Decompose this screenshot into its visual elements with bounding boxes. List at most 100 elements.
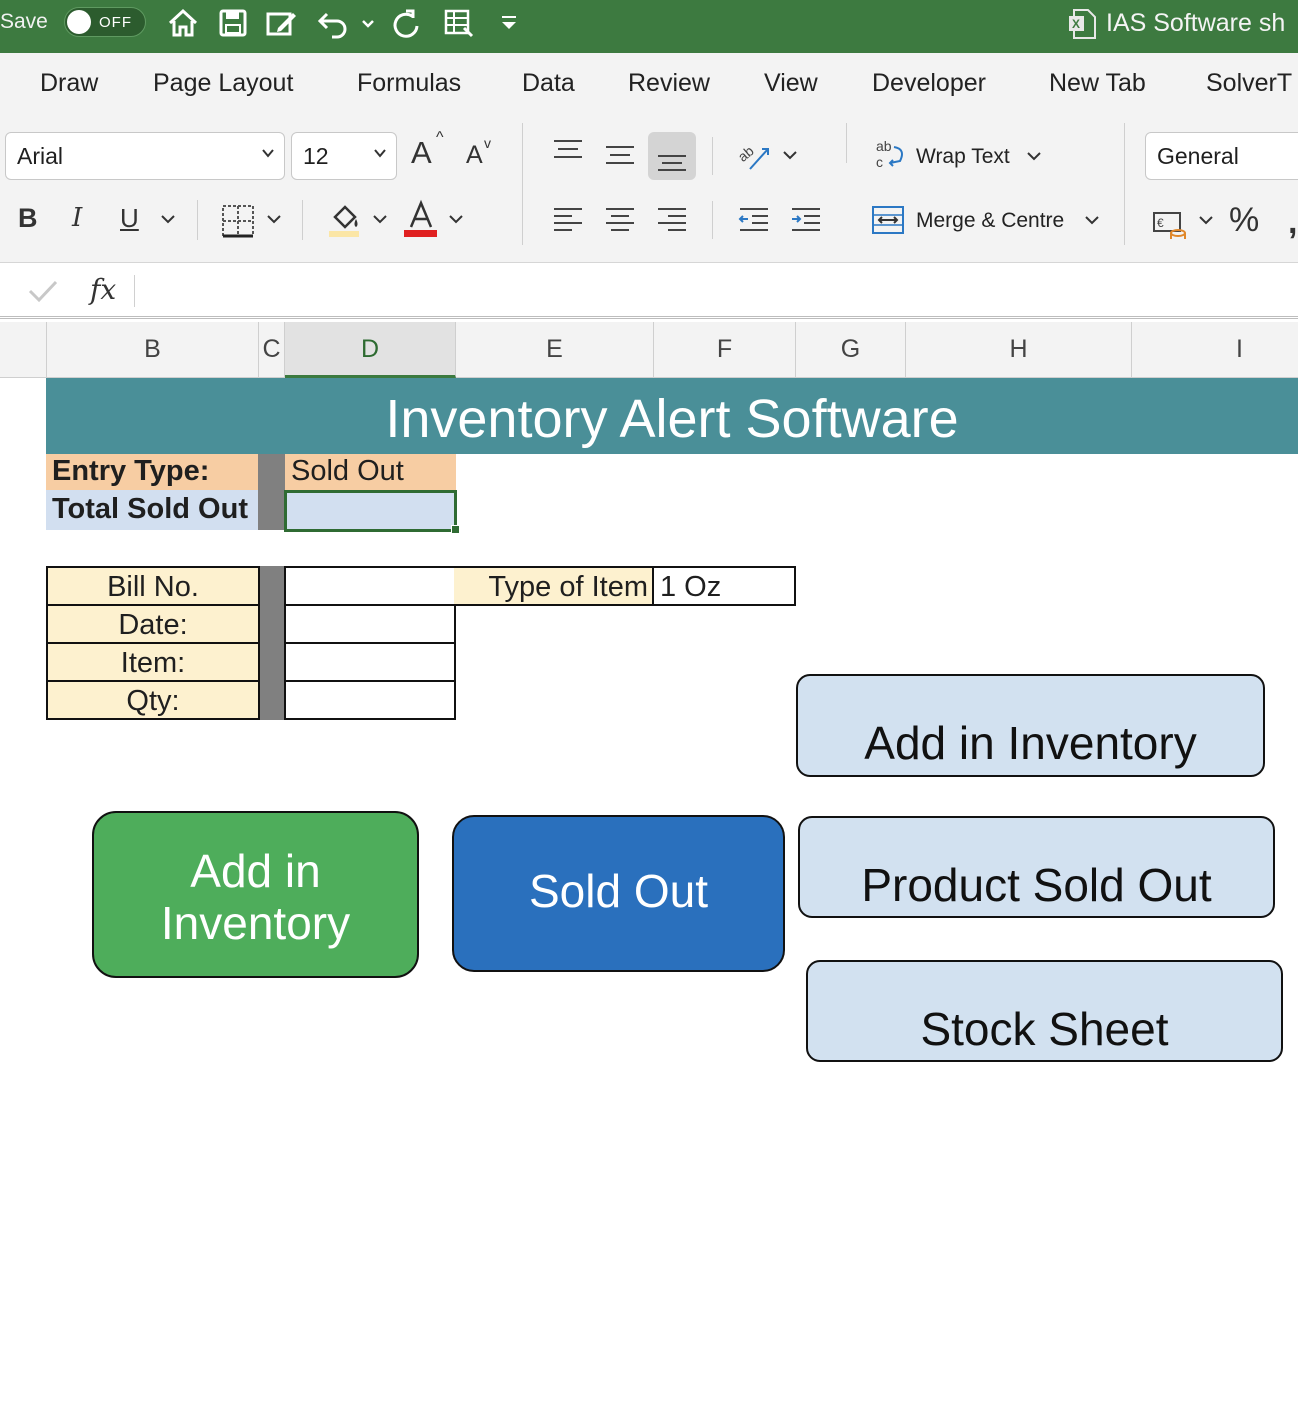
currency-dropdown-icon[interactable] (1194, 208, 1218, 232)
stock-sheet-button[interactable]: Stock Sheet (806, 960, 1283, 1062)
font-color-icon[interactable] (401, 199, 441, 239)
font-size-select[interactable]: 12 (291, 132, 397, 180)
italic-button[interactable]: I (72, 203, 82, 233)
align-bottom-icon[interactable] (648, 132, 696, 180)
column-c-fill (260, 566, 285, 720)
undo-icon[interactable] (316, 6, 350, 40)
tab-new-tab[interactable]: New Tab (1049, 69, 1146, 98)
qty-input[interactable] (284, 680, 456, 720)
column-header-h[interactable]: H (906, 322, 1132, 378)
add-in-inventory-nav-button[interactable]: Add in Inventory (796, 674, 1265, 777)
total-sold-out-label: Total Sold Out (46, 490, 258, 530)
tab-view[interactable]: View (764, 69, 818, 98)
borders-icon[interactable] (218, 201, 258, 241)
svg-text:X: X (1072, 17, 1080, 31)
font-color-dropdown-icon[interactable] (444, 207, 468, 231)
merge-centre-dropdown-icon[interactable] (1080, 208, 1104, 232)
underline-button[interactable]: U (120, 203, 139, 234)
document-title: IAS Software sh (1106, 9, 1286, 37)
ribbon-toolbar: Arial 12 A ^ A v B I U ab ab c Wrap Text … (0, 115, 1298, 263)
bill-no-input[interactable] (284, 566, 456, 606)
tab-page-layout[interactable]: Page Layout (153, 69, 293, 98)
column-header-e[interactable]: E (456, 322, 654, 378)
font-size-value: 12 (303, 143, 329, 169)
merge-centre-button[interactable]: Merge & Centre (916, 209, 1064, 233)
align-right-icon[interactable] (652, 199, 692, 239)
entry-type-value[interactable]: Sold Out (285, 454, 456, 490)
checkmark-icon[interactable] (26, 277, 60, 305)
formula-bar: fx (0, 263, 1298, 319)
fill-color-icon[interactable] (325, 199, 365, 239)
home-icon[interactable] (166, 6, 200, 40)
increase-caret-icon: ^ (436, 129, 444, 146)
add-in-inventory-button[interactable]: Add in Inventory (92, 811, 419, 978)
decrease-caret-icon: v (484, 135, 491, 151)
column-header-c[interactable]: C (259, 322, 285, 378)
orientation-icon[interactable]: ab (734, 135, 774, 175)
svg-text:ab: ab (876, 138, 892, 154)
fill-handle[interactable] (451, 525, 460, 534)
separator (846, 123, 847, 163)
autosave-label: Save (0, 10, 48, 33)
item-input[interactable] (284, 642, 456, 682)
autosave-toggle[interactable]: OFF (64, 7, 146, 37)
wrap-text-icon[interactable]: ab c (872, 135, 912, 175)
qty-label: Qty: (46, 680, 260, 720)
tab-formulas[interactable]: Formulas (357, 69, 461, 98)
column-header-d[interactable]: D (285, 322, 456, 378)
tab-data[interactable]: Data (522, 69, 575, 98)
align-top-icon[interactable] (548, 133, 588, 173)
tab-review[interactable]: Review (628, 69, 710, 98)
percent-style-button[interactable]: % (1229, 201, 1259, 240)
increase-indent-icon[interactable] (786, 199, 826, 239)
type-of-item-value[interactable]: 1 Oz (652, 566, 796, 606)
underline-dropdown-icon[interactable] (156, 207, 180, 231)
wrap-text-dropdown-icon[interactable] (1022, 144, 1046, 168)
column-header-i[interactable]: I (1132, 322, 1298, 378)
tab-draw[interactable]: Draw (40, 69, 98, 98)
select-all-corner[interactable] (0, 322, 47, 378)
merge-centre-icon[interactable] (868, 199, 908, 239)
svg-text:€: € (1157, 216, 1164, 230)
undo-dropdown-icon[interactable] (358, 6, 378, 40)
sold-out-button[interactable]: Sold Out (452, 815, 785, 972)
borders-dropdown-icon[interactable] (262, 207, 286, 231)
date-input[interactable] (284, 604, 456, 644)
chevron-down-icon (374, 149, 386, 158)
save-icon[interactable] (216, 6, 250, 40)
bold-button[interactable]: B (18, 203, 38, 234)
total-sold-out-cell[interactable] (284, 490, 457, 532)
redo-icon[interactable] (390, 6, 424, 40)
tab-developer[interactable]: Developer (872, 69, 986, 98)
svg-text:c: c (876, 154, 883, 170)
column-header-f[interactable]: F (654, 322, 796, 378)
edit-document-icon[interactable] (264, 6, 298, 40)
separator (197, 200, 198, 240)
font-name-select[interactable]: Arial (5, 132, 285, 180)
function-icon[interactable]: fx (90, 273, 116, 306)
title-bar: Save OFF X IAS Software sh (0, 0, 1298, 53)
separator (712, 201, 713, 239)
increase-font-size-icon[interactable]: A (411, 135, 432, 171)
comma-style-button[interactable]: , (1288, 203, 1297, 242)
currency-format-icon[interactable]: € (1150, 203, 1190, 243)
align-left-icon[interactable] (548, 199, 588, 239)
font-name-value: Arial (17, 143, 64, 169)
column-header-g[interactable]: G (796, 322, 906, 378)
excel-file-icon: X (1068, 8, 1098, 40)
decrease-font-size-icon[interactable]: A (466, 141, 483, 170)
entry-type-label: Entry Type: (46, 454, 258, 490)
decrease-indent-icon[interactable] (734, 199, 774, 239)
banner-title: Inventory Alert Software (46, 378, 1298, 454)
customize-toolbar-icon[interactable] (496, 6, 522, 40)
tab-solver[interactable]: SolverT (1206, 69, 1292, 98)
fill-color-dropdown-icon[interactable] (368, 207, 392, 231)
product-sold-out-button[interactable]: Product Sold Out (798, 816, 1275, 918)
number-format-select[interactable]: General (1145, 132, 1298, 180)
align-center-icon[interactable] (600, 199, 640, 239)
orientation-dropdown-icon[interactable] (778, 143, 802, 167)
column-header-b[interactable]: B (47, 322, 259, 378)
wrap-text-button[interactable]: Wrap Text (916, 145, 1010, 169)
align-middle-icon[interactable] (600, 135, 640, 175)
form-icon[interactable] (442, 6, 476, 40)
